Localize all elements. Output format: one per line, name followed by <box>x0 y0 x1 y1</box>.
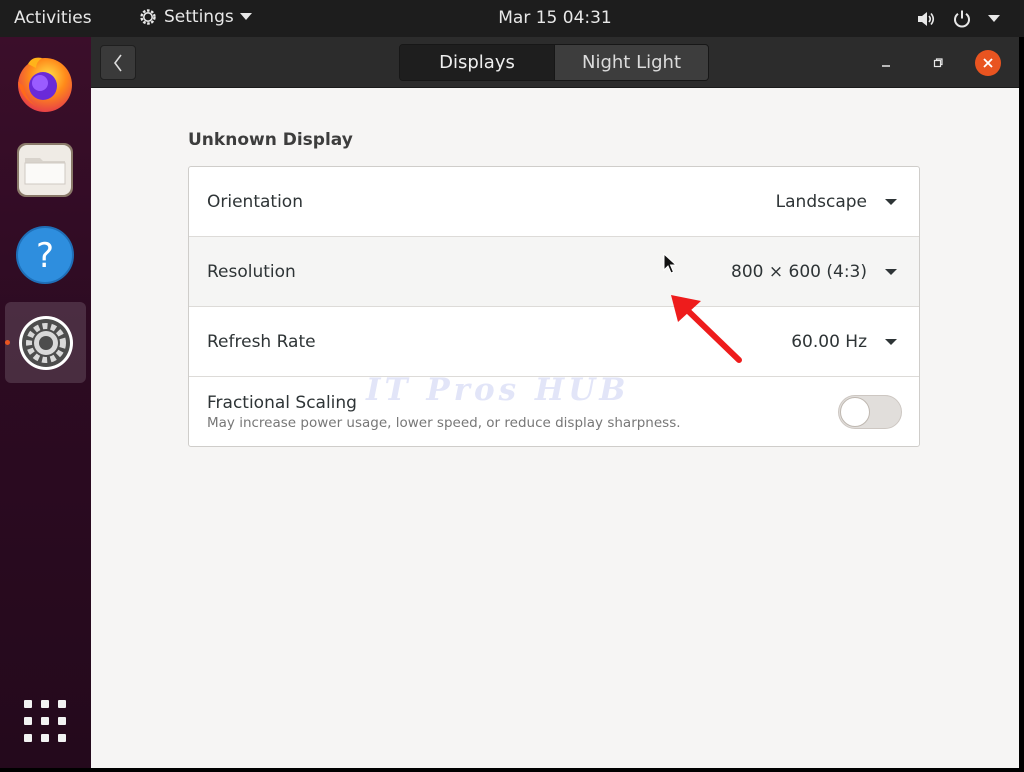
volume-icon <box>918 12 935 26</box>
back-button[interactable] <box>100 45 136 80</box>
resolution-row[interactable]: Resolution 800 × 600 (4:3) <box>189 237 919 307</box>
mouse-pointer-icon <box>663 253 677 274</box>
fractional-scaling-toggle[interactable] <box>838 395 902 429</box>
refresh-rate-value: 60.00 Hz <box>791 332 867 352</box>
power-icon <box>954 10 970 28</box>
resolution-label: Resolution <box>207 262 296 282</box>
close-button[interactable] <box>975 50 1001 76</box>
tab-night-light[interactable]: Night Light <box>554 45 708 80</box>
chevron-down-icon <box>885 199 897 205</box>
running-indicator <box>5 340 10 345</box>
refresh-rate-row[interactable]: Refresh Rate 60.00 Hz <box>189 307 919 377</box>
tab-displays[interactable]: Displays <box>400 45 554 80</box>
minimize-icon <box>882 65 890 67</box>
watermark: IT Pros HUB <box>366 372 630 408</box>
settings-gear-icon <box>18 315 73 370</box>
dock-item-firefox[interactable] <box>9 47 81 119</box>
refresh-rate-label: Refresh Rate <box>207 332 316 352</box>
dock-item-settings[interactable] <box>5 302 86 383</box>
clock[interactable]: Mar 15 04:31 <box>498 8 612 28</box>
maximize-icon <box>933 58 943 68</box>
firefox-icon <box>18 57 72 112</box>
orientation-label: Orientation <box>207 192 303 212</box>
fractional-scaling-label: Fractional Scaling <box>207 393 357 413</box>
orientation-row[interactable]: Orientation Landscape <box>189 167 919 237</box>
help-icon: ? <box>16 226 74 284</box>
screen-edge <box>1019 37 1024 772</box>
folder-icon <box>17 143 73 197</box>
minimize-button[interactable] <box>873 50 899 76</box>
svg-text:?: ? <box>36 236 54 276</box>
chevron-left-icon <box>114 54 122 71</box>
maximize-button[interactable] <box>925 50 951 76</box>
display-name-heading: Unknown Display <box>188 130 353 150</box>
orientation-value: Landscape <box>775 192 867 212</box>
chevron-down-icon <box>988 15 1000 22</box>
resolution-value: 800 × 600 (4:3) <box>731 262 867 282</box>
chevron-down-icon <box>885 269 897 275</box>
dock-item-help[interactable]: ? <box>9 219 81 291</box>
close-icon <box>983 58 993 68</box>
toggle-knob <box>840 397 870 427</box>
settings-window: Displays Night Light Unknown Display Ori… <box>91 37 1019 768</box>
show-apps-button[interactable] <box>24 700 66 742</box>
top-bar: Activities Settings Mar 15 04:31 <box>0 0 1024 37</box>
screen-edge <box>0 768 1024 772</box>
chevron-down-icon <box>885 339 897 345</box>
fractional-scaling-description: May increase power usage, lower speed, o… <box>207 415 681 431</box>
dock: ? <box>0 37 91 768</box>
system-tray[interactable] <box>916 9 1000 29</box>
header-bar: Displays Night Light <box>91 37 1019 88</box>
view-switcher: Displays Night Light <box>399 44 709 81</box>
red-arrow-icon <box>671 295 742 363</box>
dock-item-files[interactable] <box>9 133 81 205</box>
